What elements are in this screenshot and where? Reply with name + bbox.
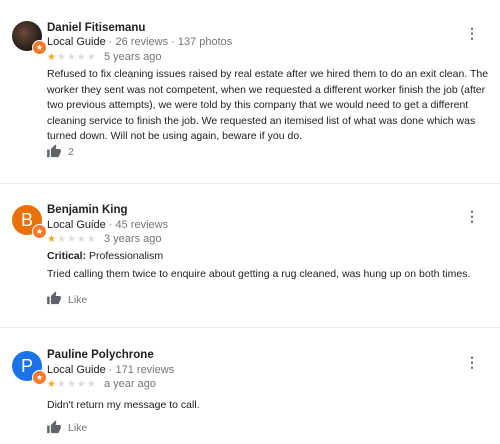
review-text: Tried calling them twice to enquire abou… xyxy=(47,268,471,280)
star-filled-icon: ★ xyxy=(47,379,57,390)
like-count[interactable]: 2 xyxy=(68,146,74,158)
reviewer-name[interactable]: Daniel Fitisemanu xyxy=(47,22,145,34)
review-counts: · 45 reviews xyxy=(105,219,169,231)
avatar[interactable]: ★ xyxy=(12,21,47,55)
star-empty-icon: ★ xyxy=(76,52,87,63)
star-filled-icon: ★ xyxy=(47,234,57,245)
star-empty-icon: ★ xyxy=(76,234,87,245)
star-empty-icon: ★ xyxy=(86,52,97,63)
reviewer-name[interactable]: Benjamin King xyxy=(47,204,128,216)
reviewer-meta: Local Guide · 171 reviews xyxy=(47,364,174,376)
critical-aspect: Critical: Professionalism xyxy=(47,250,163,262)
local-guide-label: Local Guide xyxy=(47,219,106,231)
star-empty-icon: ★ xyxy=(66,234,77,245)
more-options-icon[interactable]: ⋮ xyxy=(465,209,479,224)
star-empty-icon: ★ xyxy=(56,234,67,245)
more-options-icon[interactable]: ⋮ xyxy=(465,355,479,370)
divider xyxy=(0,327,500,328)
critical-value: Professionalism xyxy=(86,250,164,262)
star-empty-icon: ★ xyxy=(86,234,97,245)
star-rating: ★★★★★ xyxy=(47,234,97,245)
thumbs-up-icon[interactable] xyxy=(46,420,62,435)
reviewer-meta: Local Guide · 26 reviews · 137 photos xyxy=(47,36,232,48)
star-empty-icon: ★ xyxy=(76,379,87,390)
star-empty-icon: ★ xyxy=(56,52,67,63)
review-text: Refused to fix cleaning issues raised by… xyxy=(47,68,489,142)
like-button-label[interactable]: Like xyxy=(68,294,87,306)
review-text: Didn't return my message to call. xyxy=(47,399,200,411)
review-date: 3 years ago xyxy=(104,233,162,245)
local-guide-badge-icon: ★ xyxy=(32,224,47,239)
reviewer-meta: Local Guide · 45 reviews xyxy=(47,219,168,231)
local-guide-label: Local Guide xyxy=(47,364,106,376)
star-rating: ★★★★★ xyxy=(47,379,97,390)
local-guide-badge-icon: ★ xyxy=(32,370,47,385)
star-filled-icon: ★ xyxy=(47,52,57,63)
divider xyxy=(0,183,500,184)
review-date: 5 years ago xyxy=(104,51,162,63)
review-counts: · 171 reviews xyxy=(105,364,175,376)
avatar[interactable]: P ★ xyxy=(12,351,47,385)
local-guide-badge-icon: ★ xyxy=(32,40,47,55)
star-empty-icon: ★ xyxy=(66,379,77,390)
critical-label: Critical: xyxy=(47,250,87,262)
thumbs-up-icon[interactable] xyxy=(46,144,62,159)
star-rating: ★★★★★ xyxy=(47,52,97,63)
thumbs-up-icon[interactable] xyxy=(46,291,62,306)
star-empty-icon: ★ xyxy=(66,52,77,63)
local-guide-label: Local Guide xyxy=(47,36,106,48)
more-options-icon[interactable]: ⋮ xyxy=(465,26,479,41)
review-date: a year ago xyxy=(104,378,156,390)
reviewer-name[interactable]: Pauline Polychrone xyxy=(47,349,154,361)
like-button-label[interactable]: Like xyxy=(68,422,87,434)
star-empty-icon: ★ xyxy=(56,379,67,390)
review-counts: · 26 reviews · 137 photos xyxy=(105,36,233,48)
star-empty-icon: ★ xyxy=(86,379,97,390)
avatar[interactable]: B ★ xyxy=(12,205,47,239)
